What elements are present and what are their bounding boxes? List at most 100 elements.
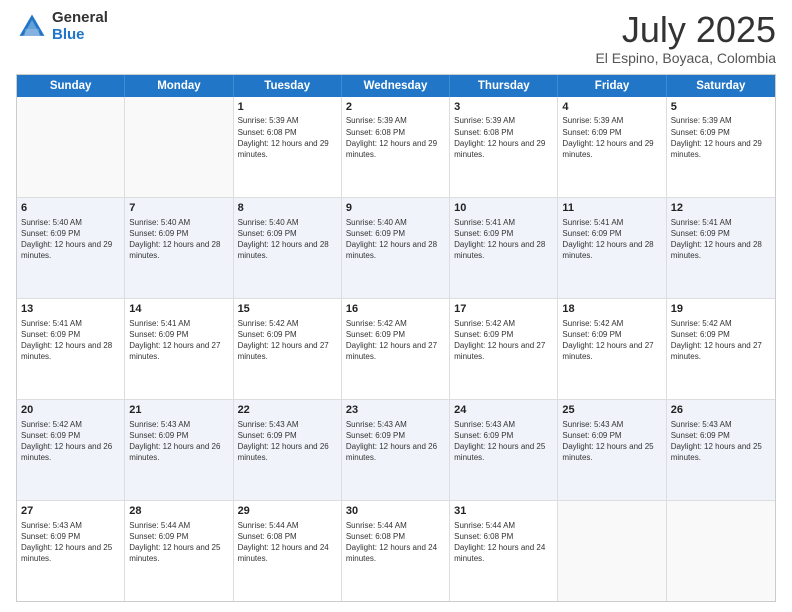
- day-cell-19: 19Sunrise: 5:42 AM Sunset: 6:09 PM Dayli…: [667, 299, 775, 399]
- day-info: Sunrise: 5:39 AM Sunset: 6:09 PM Dayligh…: [562, 115, 661, 160]
- day-info: Sunrise: 5:43 AM Sunset: 6:09 PM Dayligh…: [238, 419, 337, 464]
- header-day-monday: Monday: [125, 75, 233, 97]
- day-cell-29: 29Sunrise: 5:44 AM Sunset: 6:08 PM Dayli…: [234, 501, 342, 601]
- day-number: 3: [454, 100, 553, 115]
- calendar: SundayMondayTuesdayWednesdayThursdayFrid…: [16, 74, 776, 602]
- day-info: Sunrise: 5:44 AM Sunset: 6:08 PM Dayligh…: [454, 520, 553, 565]
- day-number: 28: [129, 504, 228, 519]
- header-day-wednesday: Wednesday: [342, 75, 450, 97]
- day-info: Sunrise: 5:39 AM Sunset: 6:08 PM Dayligh…: [346, 115, 445, 160]
- logo-icon: [16, 11, 48, 43]
- day-cell-5: 5Sunrise: 5:39 AM Sunset: 6:09 PM Daylig…: [667, 97, 775, 197]
- day-cell-17: 17Sunrise: 5:42 AM Sunset: 6:09 PM Dayli…: [450, 299, 558, 399]
- day-info: Sunrise: 5:41 AM Sunset: 6:09 PM Dayligh…: [129, 318, 228, 363]
- calendar-week-1: 1Sunrise: 5:39 AM Sunset: 6:08 PM Daylig…: [17, 97, 775, 198]
- empty-cell: [125, 97, 233, 197]
- calendar-week-2: 6Sunrise: 5:40 AM Sunset: 6:09 PM Daylig…: [17, 198, 775, 299]
- day-number: 7: [129, 201, 228, 216]
- day-number: 8: [238, 201, 337, 216]
- header-day-tuesday: Tuesday: [234, 75, 342, 97]
- day-info: Sunrise: 5:40 AM Sunset: 6:09 PM Dayligh…: [346, 217, 445, 262]
- main-title: July 2025: [595, 10, 776, 50]
- day-cell-26: 26Sunrise: 5:43 AM Sunset: 6:09 PM Dayli…: [667, 400, 775, 500]
- day-cell-24: 24Sunrise: 5:43 AM Sunset: 6:09 PM Dayli…: [450, 400, 558, 500]
- day-info: Sunrise: 5:43 AM Sunset: 6:09 PM Dayligh…: [21, 520, 120, 565]
- day-cell-2: 2Sunrise: 5:39 AM Sunset: 6:08 PM Daylig…: [342, 97, 450, 197]
- day-number: 31: [454, 504, 553, 519]
- logo-blue: Blue: [52, 26, 85, 43]
- day-number: 15: [238, 302, 337, 317]
- day-cell-22: 22Sunrise: 5:43 AM Sunset: 6:09 PM Dayli…: [234, 400, 342, 500]
- day-cell-20: 20Sunrise: 5:42 AM Sunset: 6:09 PM Dayli…: [17, 400, 125, 500]
- day-cell-4: 4Sunrise: 5:39 AM Sunset: 6:09 PM Daylig…: [558, 97, 666, 197]
- day-info: Sunrise: 5:40 AM Sunset: 6:09 PM Dayligh…: [238, 217, 337, 262]
- day-cell-21: 21Sunrise: 5:43 AM Sunset: 6:09 PM Dayli…: [125, 400, 233, 500]
- day-cell-30: 30Sunrise: 5:44 AM Sunset: 6:08 PM Dayli…: [342, 501, 450, 601]
- day-number: 18: [562, 302, 661, 317]
- day-cell-12: 12Sunrise: 5:41 AM Sunset: 6:09 PM Dayli…: [667, 198, 775, 298]
- day-info: Sunrise: 5:43 AM Sunset: 6:09 PM Dayligh…: [454, 419, 553, 464]
- day-info: Sunrise: 5:42 AM Sunset: 6:09 PM Dayligh…: [346, 318, 445, 363]
- day-number: 30: [346, 504, 445, 519]
- day-number: 27: [21, 504, 120, 519]
- day-info: Sunrise: 5:42 AM Sunset: 6:09 PM Dayligh…: [671, 318, 771, 363]
- day-number: 11: [562, 201, 661, 216]
- calendar-week-4: 20Sunrise: 5:42 AM Sunset: 6:09 PM Dayli…: [17, 400, 775, 501]
- day-number: 16: [346, 302, 445, 317]
- day-cell-18: 18Sunrise: 5:42 AM Sunset: 6:09 PM Dayli…: [558, 299, 666, 399]
- day-info: Sunrise: 5:44 AM Sunset: 6:08 PM Dayligh…: [238, 520, 337, 565]
- day-cell-13: 13Sunrise: 5:41 AM Sunset: 6:09 PM Dayli…: [17, 299, 125, 399]
- day-number: 2: [346, 100, 445, 115]
- day-number: 1: [238, 100, 337, 115]
- day-cell-8: 8Sunrise: 5:40 AM Sunset: 6:09 PM Daylig…: [234, 198, 342, 298]
- day-cell-3: 3Sunrise: 5:39 AM Sunset: 6:08 PM Daylig…: [450, 97, 558, 197]
- logo: General Blue: [16, 10, 108, 43]
- logo-text: General Blue: [52, 10, 108, 43]
- day-cell-11: 11Sunrise: 5:41 AM Sunset: 6:09 PM Dayli…: [558, 198, 666, 298]
- header-day-friday: Friday: [558, 75, 666, 97]
- day-number: 24: [454, 403, 553, 418]
- day-number: 22: [238, 403, 337, 418]
- day-cell-15: 15Sunrise: 5:42 AM Sunset: 6:09 PM Dayli…: [234, 299, 342, 399]
- day-info: Sunrise: 5:44 AM Sunset: 6:09 PM Dayligh…: [129, 520, 228, 565]
- day-number: 13: [21, 302, 120, 317]
- day-cell-10: 10Sunrise: 5:41 AM Sunset: 6:09 PM Dayli…: [450, 198, 558, 298]
- day-cell-16: 16Sunrise: 5:42 AM Sunset: 6:09 PM Dayli…: [342, 299, 450, 399]
- header-day-sunday: Sunday: [17, 75, 125, 97]
- day-number: 4: [562, 100, 661, 115]
- header-day-thursday: Thursday: [450, 75, 558, 97]
- empty-cell: [17, 97, 125, 197]
- day-info: Sunrise: 5:40 AM Sunset: 6:09 PM Dayligh…: [21, 217, 120, 262]
- day-number: 23: [346, 403, 445, 418]
- logo-general: General: [52, 9, 108, 26]
- day-number: 20: [21, 403, 120, 418]
- empty-cell: [667, 501, 775, 601]
- day-info: Sunrise: 5:43 AM Sunset: 6:09 PM Dayligh…: [346, 419, 445, 464]
- calendar-body: 1Sunrise: 5:39 AM Sunset: 6:08 PM Daylig…: [17, 97, 775, 601]
- day-info: Sunrise: 5:41 AM Sunset: 6:09 PM Dayligh…: [21, 318, 120, 363]
- day-cell-28: 28Sunrise: 5:44 AM Sunset: 6:09 PM Dayli…: [125, 501, 233, 601]
- day-number: 10: [454, 201, 553, 216]
- day-number: 29: [238, 504, 337, 519]
- calendar-week-5: 27Sunrise: 5:43 AM Sunset: 6:09 PM Dayli…: [17, 501, 775, 601]
- day-info: Sunrise: 5:42 AM Sunset: 6:09 PM Dayligh…: [562, 318, 661, 363]
- day-number: 6: [21, 201, 120, 216]
- day-info: Sunrise: 5:40 AM Sunset: 6:09 PM Dayligh…: [129, 217, 228, 262]
- day-number: 17: [454, 302, 553, 317]
- day-info: Sunrise: 5:39 AM Sunset: 6:08 PM Dayligh…: [454, 115, 553, 160]
- day-info: Sunrise: 5:39 AM Sunset: 6:08 PM Dayligh…: [238, 115, 337, 160]
- day-number: 5: [671, 100, 771, 115]
- day-info: Sunrise: 5:41 AM Sunset: 6:09 PM Dayligh…: [454, 217, 553, 262]
- day-cell-7: 7Sunrise: 5:40 AM Sunset: 6:09 PM Daylig…: [125, 198, 233, 298]
- day-info: Sunrise: 5:43 AM Sunset: 6:09 PM Dayligh…: [562, 419, 661, 464]
- day-info: Sunrise: 5:42 AM Sunset: 6:09 PM Dayligh…: [238, 318, 337, 363]
- day-number: 21: [129, 403, 228, 418]
- day-cell-23: 23Sunrise: 5:43 AM Sunset: 6:09 PM Dayli…: [342, 400, 450, 500]
- day-cell-9: 9Sunrise: 5:40 AM Sunset: 6:09 PM Daylig…: [342, 198, 450, 298]
- day-number: 26: [671, 403, 771, 418]
- calendar-header: SundayMondayTuesdayWednesdayThursdayFrid…: [17, 75, 775, 97]
- day-info: Sunrise: 5:41 AM Sunset: 6:09 PM Dayligh…: [562, 217, 661, 262]
- day-number: 25: [562, 403, 661, 418]
- subtitle: El Espino, Boyaca, Colombia: [595, 50, 776, 66]
- day-cell-31: 31Sunrise: 5:44 AM Sunset: 6:08 PM Dayli…: [450, 501, 558, 601]
